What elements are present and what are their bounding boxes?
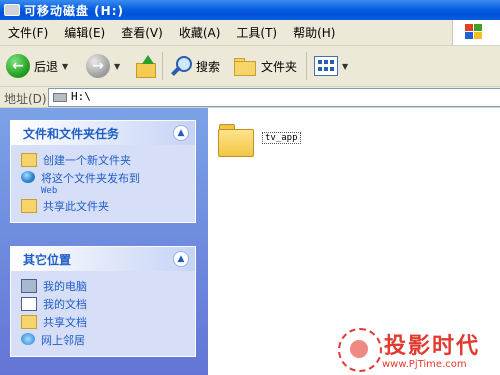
menu-edit[interactable]: 编辑(E)	[56, 24, 113, 41]
drive-icon	[53, 93, 67, 102]
place-label: 我的文档	[43, 298, 87, 311]
places-panel-title: 其它位置	[23, 252, 72, 267]
task-label-line2: Web	[41, 186, 58, 196]
place-my-documents[interactable]: 我的文档	[21, 296, 189, 312]
task-label: 将这个文件夹发布到	[41, 172, 140, 185]
back-button[interactable]: ← 后退 ▼	[6, 52, 68, 80]
watermark-url: www.PjTime.com	[382, 359, 467, 370]
folders-label: 文件夹	[261, 59, 298, 74]
forward-button[interactable]: → ▼	[86, 52, 120, 80]
folders-button[interactable]: 文件夹	[234, 52, 297, 80]
title-bar[interactable]: 可移动磁盘 (H:)	[0, 0, 500, 20]
share-folder-icon	[21, 199, 37, 213]
task-pane: 文件和文件夹任务 ▲ 创建一个新文件夹 将这个文件夹发布到 Web 共享此文件夹	[0, 108, 208, 375]
places-panel-header[interactable]: 其它位置 ▲	[11, 247, 195, 271]
task-publish-web[interactable]: 将这个文件夹发布到 Web	[21, 170, 189, 196]
watermark-logo-icon	[338, 328, 382, 372]
address-path[interactable]: H:\	[71, 90, 91, 103]
place-network[interactable]: 网上邻居	[21, 332, 189, 348]
toolbar-divider	[162, 52, 163, 80]
views-icon	[314, 56, 338, 76]
toolbar-divider	[306, 52, 307, 80]
folder-icon[interactable]	[218, 122, 254, 157]
drive-icon	[4, 4, 20, 16]
shared-docs-icon	[21, 315, 37, 329]
address-bar: 地址(D) H:\	[0, 87, 500, 108]
task-label: 创建一个新文件夹	[43, 154, 131, 167]
menu-help[interactable]: 帮助(H)	[285, 24, 343, 41]
search-button[interactable]: 搜索	[170, 52, 220, 80]
place-label: 网上邻居	[41, 334, 85, 347]
task-new-folder[interactable]: 创建一个新文件夹	[21, 152, 189, 168]
back-dropdown-icon[interactable]: ▼	[62, 62, 68, 71]
up-button[interactable]	[136, 52, 156, 80]
forward-dropdown-icon[interactable]: ▼	[114, 62, 120, 71]
toolbar: ← 后退 ▼ → ▼ 搜索 文件夹 ▼	[0, 46, 500, 87]
search-icon	[170, 55, 192, 77]
globe-icon	[21, 171, 35, 183]
task-share-folder[interactable]: 共享此文件夹	[21, 198, 189, 214]
new-folder-icon	[21, 153, 37, 167]
tasks-panel-title: 文件和文件夹任务	[23, 126, 120, 141]
windows-logo-icon	[452, 20, 500, 45]
collapse-chevron-icon[interactable]: ▲	[173, 125, 189, 141]
up-folder-icon	[136, 55, 156, 78]
collapse-chevron-icon[interactable]: ▲	[173, 251, 189, 267]
back-label: 后退	[34, 59, 59, 74]
watermark: 投影时代 www.PjTime.com	[338, 326, 498, 374]
computer-icon	[21, 279, 37, 293]
documents-icon	[21, 297, 37, 311]
window-title: 可移动磁盘 (H:)	[24, 4, 124, 18]
menu-view[interactable]: 查看(V)	[113, 24, 171, 41]
place-label: 共享文档	[43, 316, 87, 329]
tasks-panel: 文件和文件夹任务 ▲ 创建一个新文件夹 将这个文件夹发布到 Web 共享此文件夹	[10, 120, 196, 223]
watermark-name: 投影时代	[384, 334, 481, 359]
network-icon	[21, 333, 35, 345]
places-panel: 其它位置 ▲ 我的电脑 我的文档 共享文档 网上邻居	[10, 246, 196, 357]
views-button[interactable]: ▼	[314, 52, 348, 80]
place-label: 我的电脑	[43, 280, 87, 293]
forward-arrow-icon: →	[86, 54, 110, 78]
back-arrow-icon: ←	[6, 54, 30, 78]
address-label: 地址(D)	[4, 92, 47, 106]
folder-name[interactable]: tv_app	[262, 132, 301, 144]
search-label: 搜索	[196, 59, 221, 74]
views-dropdown-icon[interactable]: ▼	[342, 62, 348, 71]
menu-tools[interactable]: 工具(T)	[228, 24, 285, 41]
menu-favorites[interactable]: 收藏(A)	[171, 24, 229, 41]
place-my-computer[interactable]: 我的电脑	[21, 278, 189, 294]
place-shared-documents[interactable]: 共享文档	[21, 314, 189, 330]
task-label: 共享此文件夹	[43, 200, 109, 213]
menu-file[interactable]: 文件(F)	[0, 24, 56, 41]
address-input[interactable]: H:\	[48, 88, 500, 107]
menu-bar: 文件(F) 编辑(E) 查看(V) 收藏(A) 工具(T) 帮助(H)	[0, 20, 500, 46]
folder-icon	[234, 57, 256, 76]
tasks-panel-header[interactable]: 文件和文件夹任务 ▲	[11, 121, 195, 145]
